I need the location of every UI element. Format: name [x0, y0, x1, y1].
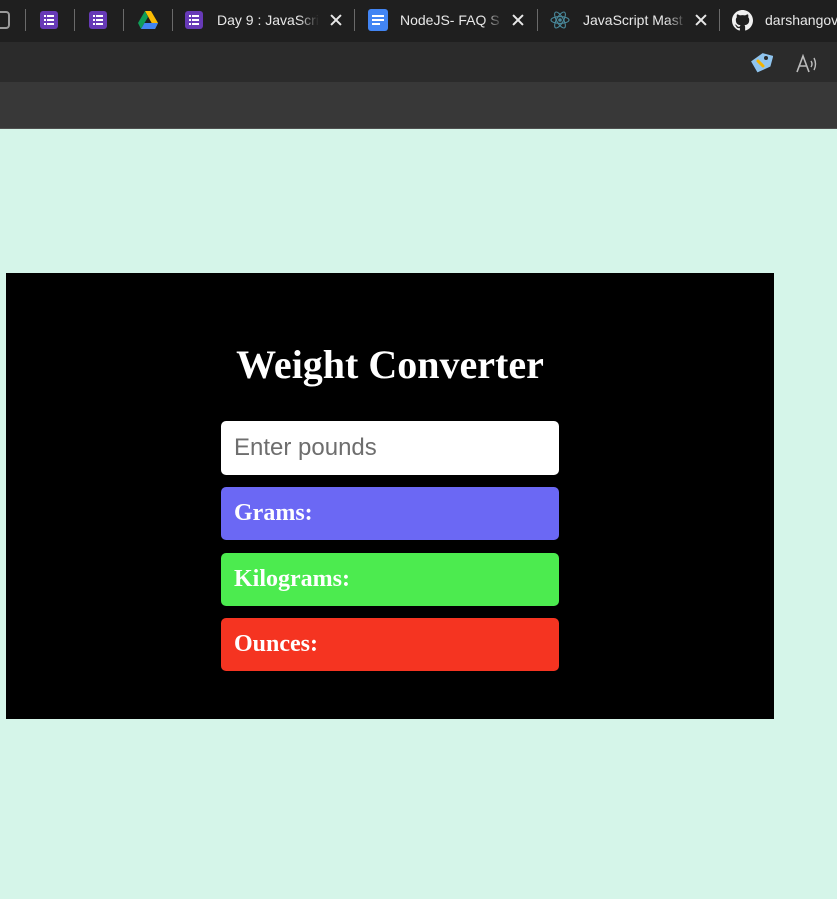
close-tab-icon[interactable]	[330, 14, 342, 26]
browser-toolbar	[0, 42, 837, 82]
tab-google-forms-1[interactable]	[40, 0, 58, 40]
ounces-output: Ounces:	[221, 618, 559, 671]
google-forms-icon	[185, 11, 203, 29]
read-aloud-icon[interactable]	[796, 54, 820, 74]
tab-title: JavaScript Mast	[583, 12, 683, 28]
tab-google-drive[interactable]	[138, 0, 158, 40]
tab-title: NodeJS- FAQ S	[400, 12, 500, 28]
tab-separator	[172, 9, 173, 31]
kilograms-output: Kilograms:	[221, 553, 559, 606]
tab-separator	[74, 9, 75, 31]
google-forms-icon	[40, 11, 58, 29]
app-icon[interactable]	[0, 11, 10, 29]
close-tab-icon[interactable]	[695, 14, 707, 26]
tab-github[interactable]: darshangov	[732, 0, 837, 40]
pounds-input[interactable]	[221, 421, 559, 475]
google-docs-icon	[368, 9, 388, 31]
bookmarks-bar	[0, 82, 837, 129]
price-tag-icon[interactable]	[749, 52, 773, 74]
google-drive-icon	[138, 11, 158, 29]
tab-separator	[123, 9, 124, 31]
kilograms-label: Kilograms:	[234, 566, 350, 592]
tab-title: darshangov	[765, 12, 837, 28]
ounces-label: Ounces:	[234, 631, 318, 657]
react-icon	[550, 11, 570, 29]
tab-title: Day 9 : JavaScri	[217, 12, 319, 28]
grams-label: Grams:	[234, 500, 313, 526]
google-forms-icon	[89, 11, 107, 29]
tab-separator	[354, 9, 355, 31]
page-title: Weight Converter	[236, 342, 544, 387]
tab-separator	[719, 9, 720, 31]
tab-javascript-mastery[interactable]: JavaScript Mast	[550, 0, 710, 40]
tab-separator	[25, 9, 26, 31]
browser-tab-strip: Day 9 : JavaScri NodeJS- FAQ S JavaScrip…	[0, 0, 837, 42]
github-icon	[732, 9, 753, 30]
tab-nodejs-faq[interactable]: NodeJS- FAQ S	[368, 0, 528, 40]
close-tab-icon[interactable]	[512, 14, 524, 26]
tab-google-forms-2[interactable]	[89, 0, 107, 40]
grams-output: Grams:	[221, 487, 559, 540]
tab-separator	[537, 9, 538, 31]
tab-day9-javascript[interactable]: Day 9 : JavaScri	[185, 0, 345, 40]
